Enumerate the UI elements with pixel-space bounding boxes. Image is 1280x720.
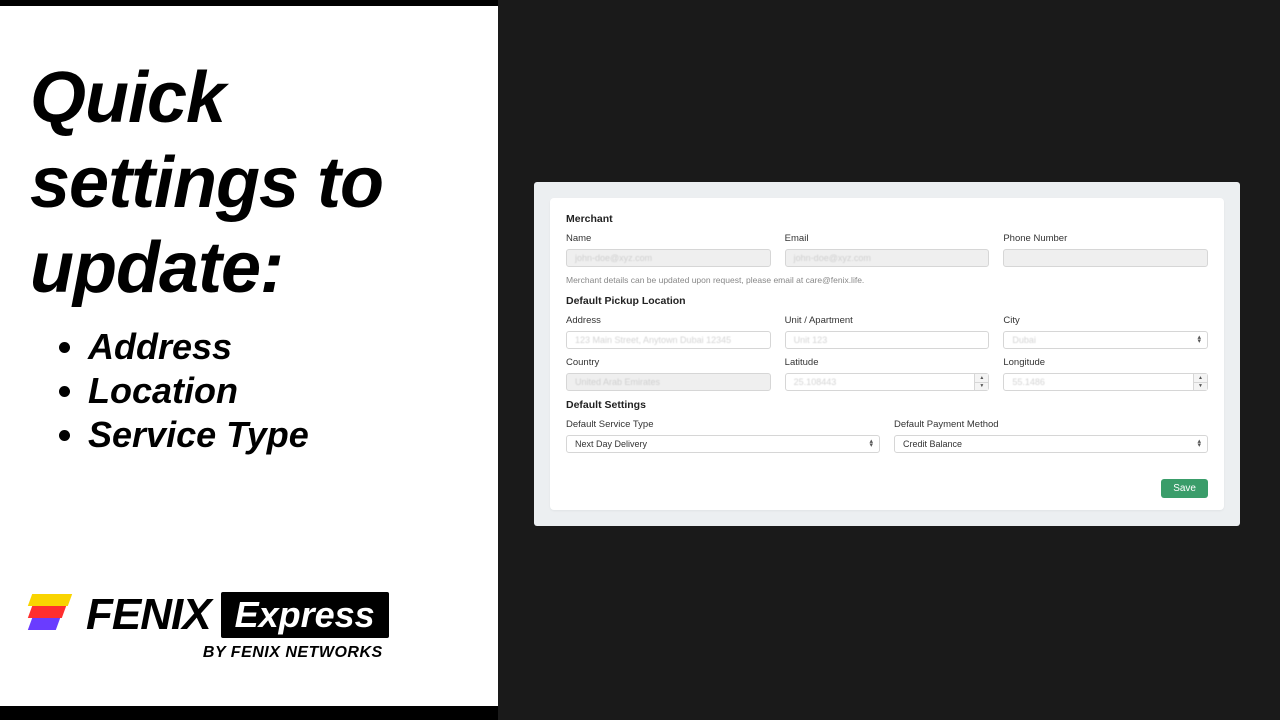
email-label: Email xyxy=(785,233,990,244)
longitude-input[interactable]: 55.1486 ▲▼ xyxy=(1003,373,1208,391)
logo-word-express: Express xyxy=(221,592,389,638)
app-background: Merchant Name john-doe@xyz.com Email joh… xyxy=(534,182,1240,526)
phone-label: Phone Number xyxy=(1003,233,1208,244)
email-placeholder: john-doe@xyz.com xyxy=(794,253,871,263)
headline-line-3: update: xyxy=(30,228,283,308)
name-input: john-doe@xyz.com xyxy=(566,249,771,267)
service-type-value: Next Day Delivery xyxy=(575,439,647,449)
slide-headline: Quick settings to update: xyxy=(30,56,468,311)
payment-method-value: Credit Balance xyxy=(903,439,962,449)
headline-line-1: Quick xyxy=(30,58,225,138)
city-value: Dubai xyxy=(1012,335,1036,345)
longitude-stepper[interactable]: ▲▼ xyxy=(1193,374,1207,390)
bullet-service-type: Service Type xyxy=(88,413,468,457)
service-type-select[interactable]: Next Day Delivery xyxy=(566,435,880,453)
latitude-input[interactable]: 25.108443 ▲▼ xyxy=(785,373,990,391)
stepper-down-icon[interactable]: ▼ xyxy=(1194,383,1207,391)
slide-panel: Quick settings to update: Address Locati… xyxy=(0,6,498,706)
city-label: City xyxy=(1003,315,1208,326)
payment-method-select[interactable]: Credit Balance xyxy=(894,435,1208,453)
phone-input xyxy=(1003,249,1208,267)
slide-bullets: Address Location Service Type xyxy=(30,325,468,457)
chevron-updown-icon xyxy=(869,440,873,448)
section-title-settings: Default Settings xyxy=(566,399,1208,411)
logo-word-fenix: FENIX xyxy=(86,590,211,640)
latitude-label: Latitude xyxy=(785,357,990,368)
save-button[interactable]: Save xyxy=(1161,479,1208,498)
name-placeholder: john-doe@xyz.com xyxy=(575,253,652,263)
fenix-logo-icon xyxy=(30,592,76,638)
name-label: Name xyxy=(566,233,771,244)
payment-method-label: Default Payment Method xyxy=(894,419,1208,430)
logo-subtitle: BY FENIX NETWORKS xyxy=(203,644,383,662)
address-input[interactable]: 123 Main Street, Anytown Dubai 12345 xyxy=(566,331,771,349)
section-title-merchant: Merchant xyxy=(566,213,1208,225)
bullet-location: Location xyxy=(88,369,468,413)
merchant-hint: Merchant details can be updated upon req… xyxy=(566,275,1208,285)
app-frame: Merchant Name john-doe@xyz.com Email joh… xyxy=(498,0,1280,720)
headline-line-2: settings to xyxy=(30,143,383,223)
stepper-up-icon[interactable]: ▲ xyxy=(1194,374,1207,383)
service-type-label: Default Service Type xyxy=(566,419,880,430)
chevron-updown-icon xyxy=(1198,336,1202,344)
address-placeholder: 123 Main Street, Anytown Dubai 12345 xyxy=(575,335,731,345)
city-select[interactable]: Dubai xyxy=(1003,331,1208,349)
unit-placeholder: Unit 123 xyxy=(794,335,828,345)
country-value: United Arab Emirates xyxy=(575,377,660,387)
settings-card: Merchant Name john-doe@xyz.com Email joh… xyxy=(550,198,1224,510)
chevron-updown-icon xyxy=(1197,440,1201,448)
stepper-down-icon[interactable]: ▼ xyxy=(975,383,988,391)
latitude-placeholder: 25.108443 xyxy=(794,377,837,387)
email-input: john-doe@xyz.com xyxy=(785,249,990,267)
stepper-up-icon[interactable]: ▲ xyxy=(975,374,988,383)
longitude-placeholder: 55.1486 xyxy=(1012,377,1045,387)
country-label: Country xyxy=(566,357,771,368)
section-title-pickup: Default Pickup Location xyxy=(566,295,1208,307)
brand-logo: FENIX Express BY FENIX NETWORKS xyxy=(30,590,389,662)
bullet-address: Address xyxy=(88,325,468,369)
latitude-stepper[interactable]: ▲▼ xyxy=(974,374,988,390)
longitude-label: Longitude xyxy=(1003,357,1208,368)
country-input: United Arab Emirates xyxy=(566,373,771,391)
unit-input[interactable]: Unit 123 xyxy=(785,331,990,349)
unit-label: Unit / Apartment xyxy=(785,315,990,326)
address-label: Address xyxy=(566,315,771,326)
